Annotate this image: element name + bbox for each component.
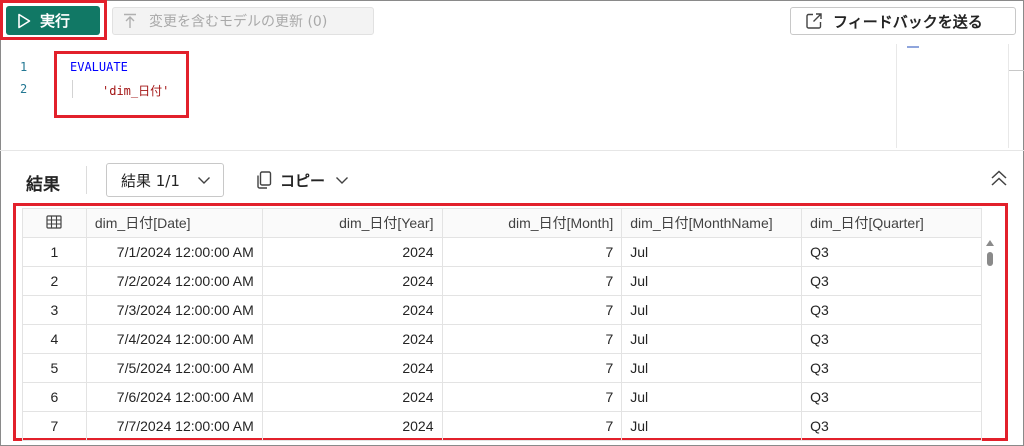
- quarter-cell[interactable]: Q3: [801, 295, 982, 325]
- month-cell[interactable]: 7: [441, 237, 623, 267]
- code-line-evaluate[interactable]: EVALUATE: [70, 60, 128, 74]
- results-header: 結果 結果 1/1 コピー: [0, 150, 1024, 202]
- column-header-quarter[interactable]: dim_日付[Quarter]: [801, 208, 982, 238]
- divider: [86, 166, 87, 194]
- table-row[interactable]: 7 7/7/2024 12:00:00 AM 2024 7 Jul Q3: [22, 411, 982, 441]
- quarter-cell[interactable]: Q3: [801, 237, 982, 267]
- update-model-button[interactable]: 変更を含むモデルの更新 (0): [112, 7, 374, 35]
- dax-query-editor[interactable]: 1 2 EVALUATE 'dim_日付': [0, 44, 1024, 148]
- scroll-up-arrow-icon[interactable]: [986, 240, 994, 246]
- select-all-cell[interactable]: [22, 208, 87, 238]
- grid-scroll-thumb[interactable]: [987, 252, 993, 266]
- monthname-cell[interactable]: Jul: [621, 266, 803, 296]
- year-cell[interactable]: 2024: [261, 237, 443, 267]
- monthname-cell[interactable]: Jul: [621, 411, 803, 441]
- feedback-label: フィードバックを送る: [833, 12, 983, 31]
- date-cell[interactable]: 7/5/2024 12:00:00 AM: [85, 353, 263, 383]
- run-button[interactable]: 実行: [6, 6, 100, 35]
- monthname-cell[interactable]: Jul: [621, 382, 803, 412]
- quarter-cell[interactable]: Q3: [801, 353, 982, 383]
- toolbar: 実行 変更を含むモデルの更新 (0) フィードバックを送る: [0, 0, 1024, 44]
- play-icon: [16, 12, 34, 30]
- row-number: 6: [22, 382, 87, 412]
- month-cell[interactable]: 7: [441, 382, 623, 412]
- month-cell[interactable]: 7: [441, 324, 623, 354]
- chevron-down-icon: [197, 173, 211, 187]
- chevron-down-icon: [335, 173, 349, 187]
- quarter-cell[interactable]: Q3: [801, 324, 982, 354]
- copy-button[interactable]: コピー: [256, 163, 349, 197]
- date-cell[interactable]: 7/4/2024 12:00:00 AM: [85, 324, 263, 354]
- column-header-date[interactable]: dim_日付[Date]: [85, 208, 263, 238]
- run-button-label: 実行: [40, 12, 71, 30]
- minimap[interactable]: [896, 44, 1007, 148]
- double-chevron-up-icon: [988, 170, 1010, 193]
- results-selector[interactable]: 結果 1/1: [106, 163, 224, 197]
- quarter-cell[interactable]: Q3: [801, 382, 982, 412]
- copy-icon: [256, 171, 272, 189]
- column-header-monthname[interactable]: dim_日付[MonthName]: [621, 208, 803, 238]
- date-cell[interactable]: 7/1/2024 12:00:00 AM: [85, 237, 263, 267]
- year-cell[interactable]: 2024: [261, 324, 443, 354]
- share-external-icon: [805, 12, 823, 30]
- table-row[interactable]: 4 7/4/2024 12:00:00 AM 2024 7 Jul Q3: [22, 324, 982, 354]
- row-number: 5: [22, 353, 87, 383]
- date-cell[interactable]: 7/6/2024 12:00:00 AM: [85, 382, 263, 412]
- editor-scrollbar[interactable]: [1008, 44, 1024, 148]
- editor-scroll-thumb[interactable]: [1009, 70, 1024, 71]
- year-cell[interactable]: 2024: [261, 411, 443, 441]
- row-number: 4: [22, 324, 87, 354]
- grid-scrollbar[interactable]: [984, 238, 996, 438]
- year-cell[interactable]: 2024: [261, 353, 443, 383]
- arrow-up-icon: [123, 13, 139, 29]
- year-cell[interactable]: 2024: [261, 266, 443, 296]
- table-row[interactable]: 5 7/5/2024 12:00:00 AM 2024 7 Jul Q3: [22, 353, 982, 383]
- line-number: 1: [20, 60, 28, 74]
- minimap-mark: [907, 46, 919, 48]
- quarter-cell[interactable]: Q3: [801, 266, 982, 296]
- indent-guide: [72, 80, 73, 98]
- column-header-month[interactable]: dim_日付[Month]: [441, 208, 623, 238]
- year-cell[interactable]: 2024: [261, 382, 443, 412]
- table-row[interactable]: 6 7/6/2024 12:00:00 AM 2024 7 Jul Q3: [22, 382, 982, 412]
- collapse-results-button[interactable]: [988, 169, 1010, 189]
- results-title: 結果: [26, 175, 60, 195]
- grid-header-row: dim_日付[Date] dim_日付[Year] dim_日付[Month] …: [22, 208, 982, 238]
- row-number: 7: [22, 411, 87, 441]
- date-cell[interactable]: 7/7/2024 12:00:00 AM: [85, 411, 263, 441]
- line-number: 2: [20, 82, 28, 96]
- monthname-cell[interactable]: Jul: [621, 295, 803, 325]
- results-selector-value: 結果 1/1: [121, 171, 180, 190]
- month-cell[interactable]: 7: [441, 295, 623, 325]
- code-line-table-ref[interactable]: 'dim_日付': [102, 82, 169, 99]
- table-grid-icon: [46, 214, 63, 232]
- year-cell[interactable]: 2024: [261, 295, 443, 325]
- table-row[interactable]: 2 7/2/2024 12:00:00 AM 2024 7 Jul Q3: [22, 266, 982, 296]
- monthname-cell[interactable]: Jul: [621, 237, 803, 267]
- row-number: 1: [22, 237, 87, 267]
- table-row[interactable]: 3 7/3/2024 12:00:00 AM 2024 7 Jul Q3: [22, 295, 982, 325]
- table-row[interactable]: 1 7/1/2024 12:00:00 AM 2024 7 Jul Q3: [22, 237, 982, 267]
- date-cell[interactable]: 7/2/2024 12:00:00 AM: [85, 266, 263, 296]
- month-cell[interactable]: 7: [441, 266, 623, 296]
- date-cell[interactable]: 7/3/2024 12:00:00 AM: [85, 295, 263, 325]
- copy-label: コピー: [280, 171, 326, 190]
- monthname-cell[interactable]: Jul: [621, 353, 803, 383]
- results-grid: dim_日付[Date] dim_日付[Year] dim_日付[Month] …: [22, 208, 982, 441]
- month-cell[interactable]: 7: [441, 411, 623, 441]
- quarter-cell[interactable]: Q3: [801, 411, 982, 441]
- column-header-year[interactable]: dim_日付[Year]: [261, 208, 443, 238]
- row-number: 2: [22, 266, 87, 296]
- month-cell[interactable]: 7: [441, 353, 623, 383]
- update-model-label: 変更を含むモデルの更新 (0): [149, 14, 328, 30]
- feedback-button[interactable]: フィードバックを送る: [790, 7, 1016, 35]
- row-number: 3: [22, 295, 87, 325]
- monthname-cell[interactable]: Jul: [621, 324, 803, 354]
